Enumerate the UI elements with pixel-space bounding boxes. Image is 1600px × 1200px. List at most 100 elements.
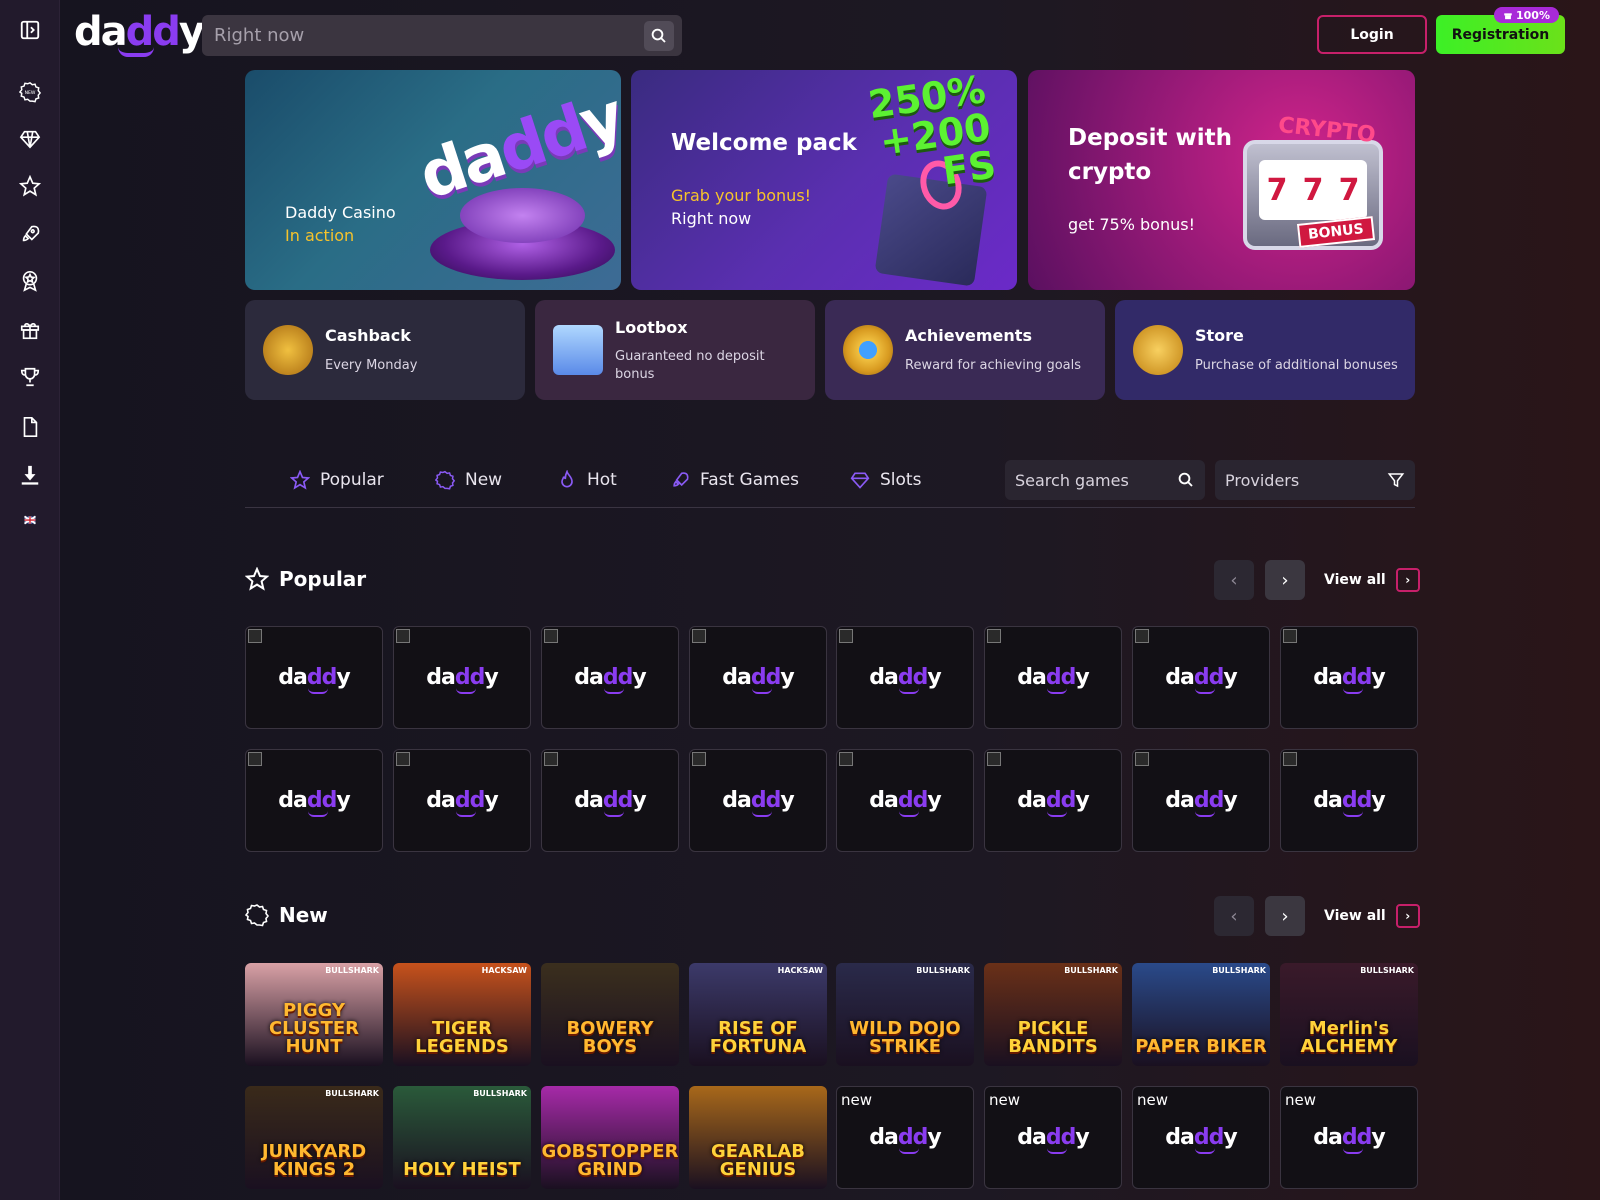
game-card[interactable]: BULLSHARK PICKLE BANDITS: [984, 963, 1122, 1066]
broken-image-icon: [692, 629, 706, 643]
section-title-popular: Popular: [245, 567, 366, 591]
game-card[interactable]: BULLSHARK Merlin's ALCHEMY: [1280, 963, 1418, 1066]
search-icon[interactable]: [644, 21, 674, 51]
sidebar-item-language[interactable]: [18, 508, 42, 532]
new-view-all-link[interactable]: View all ›: [1324, 904, 1420, 928]
tab-popular[interactable]: Popular: [290, 470, 384, 490]
popular-prev-button[interactable]: ‹: [1214, 560, 1254, 600]
game-card-placeholder[interactable]: daddy: [541, 749, 679, 852]
popular-next-button[interactable]: ›: [1265, 560, 1305, 600]
banner-line2: In action: [285, 226, 355, 245]
sidebar-item-popular[interactable]: [18, 174, 42, 198]
game-card[interactable]: BULLSHARK HOLY HEIST: [393, 1086, 531, 1189]
game-card-placeholder[interactable]: daddy: [689, 626, 827, 729]
promo-subtitle: Purchase of additional bonuses: [1195, 358, 1398, 373]
game-provider-label: BULLSHARK: [1212, 966, 1266, 975]
sidebar-item-new[interactable]: NEW: [18, 80, 42, 104]
top-search-bar: [202, 15, 682, 56]
card-logo: daddy: [722, 665, 795, 694]
game-card-placeholder[interactable]: daddy: [836, 749, 974, 852]
tab-slots[interactable]: Slots: [850, 470, 921, 490]
game-card-placeholder[interactable]: daddy: [541, 626, 679, 729]
game-search: [1005, 460, 1205, 500]
tab-hot[interactable]: Hot: [557, 470, 617, 490]
section-title-new: New: [245, 903, 328, 927]
broken-image-alt-text: new: [1285, 1091, 1317, 1109]
promo-title: Store: [1195, 326, 1244, 345]
card-logo: daddy: [1165, 788, 1238, 817]
banner-line1: Grab your bonus!: [671, 186, 812, 205]
game-card-placeholder[interactable]: daddy: [984, 626, 1122, 729]
promo-card-achievements[interactable]: Achievements Reward for achieving goals: [825, 300, 1105, 400]
sidebar-item-terms[interactable]: [18, 415, 42, 439]
game-card[interactable]: BOWERY BOYS: [541, 963, 679, 1066]
banner-crypto-deposit[interactable]: 777 CRYPTO BONUS Deposit with crypto get…: [1028, 70, 1415, 290]
card-logo: daddy: [278, 665, 351, 694]
treasure-pot-icon: [1133, 325, 1183, 375]
game-card[interactable]: BULLSHARK PAPER BIKER: [1132, 963, 1270, 1066]
card-logo: daddy: [1017, 1125, 1090, 1154]
game-card-placeholder[interactable]: daddy: [245, 749, 383, 852]
game-card-placeholder[interactable]: daddy: [393, 749, 531, 852]
popular-view-all-link[interactable]: View all ›: [1324, 568, 1420, 592]
broken-image-icon: [839, 629, 853, 643]
sidebar-item-bonuses[interactable]: [18, 318, 42, 342]
game-card[interactable]: BULLSHARK PIGGY CLUSTER HUNT: [245, 963, 383, 1066]
game-provider-label: BULLSHARK: [473, 1089, 527, 1098]
game-card-placeholder[interactable]: daddy: [393, 626, 531, 729]
sidebar-item-slots[interactable]: [18, 127, 42, 151]
sidebar-item-tournaments[interactable]: [18, 365, 42, 389]
game-card[interactable]: BULLSHARK WILD DOJO STRIKE: [836, 963, 974, 1066]
game-search-input[interactable]: [1015, 460, 1175, 500]
game-card-placeholder[interactable]: daddy: [245, 626, 383, 729]
new-next-button[interactable]: ›: [1265, 896, 1305, 936]
sidebar-toggle-icon[interactable]: [18, 18, 42, 42]
search-icon[interactable]: [1177, 471, 1195, 489]
game-card-placeholder[interactable]: new daddy: [836, 1086, 974, 1189]
game-card[interactable]: HACKSAW TIGER LEGENDS: [393, 963, 531, 1066]
game-card-placeholder[interactable]: daddy: [836, 626, 974, 729]
sidebar-item-rewards[interactable]: [18, 269, 42, 293]
game-title: BOWERY BOYS: [566, 1018, 654, 1057]
game-card[interactable]: GEARLAB GENIUS: [689, 1086, 827, 1189]
game-card-placeholder[interactable]: daddy: [984, 749, 1122, 852]
game-card-placeholder[interactable]: new daddy: [1280, 1086, 1418, 1189]
login-button[interactable]: Login: [1317, 15, 1427, 54]
game-card-placeholder[interactable]: new daddy: [984, 1086, 1122, 1189]
banner-title-line1: Deposit with: [1068, 125, 1233, 151]
chevron-right-icon: ›: [1395, 904, 1420, 928]
game-title: WILD DOJO STRIKE: [849, 1018, 961, 1057]
promo-card-store[interactable]: Store Purchase of additional bonuses: [1115, 300, 1415, 400]
promo-title: Cashback: [325, 326, 411, 345]
providers-filter[interactable]: Providers: [1215, 460, 1415, 500]
game-card[interactable]: HACKSAW RISE OF FORTUNA: [689, 963, 827, 1066]
promo-card-cashback[interactable]: Cashback Every Monday: [245, 300, 525, 400]
game-card-placeholder[interactable]: daddy: [1132, 749, 1270, 852]
filter-icon: [1387, 473, 1405, 488]
game-title: HOLY HEIST: [403, 1159, 521, 1180]
sidebar-item-download[interactable]: [18, 463, 42, 487]
banner-daddy-casino[interactable]: daddy Daddy Casino In action: [245, 70, 621, 290]
game-card[interactable]: BULLSHARK JUNKYARD KINGS 2: [245, 1086, 383, 1189]
tab-new[interactable]: New: [435, 470, 502, 490]
game-card-placeholder[interactable]: daddy: [1280, 749, 1418, 852]
promo-card-lootbox[interactable]: Lootbox Guaranteed no deposit bonus: [535, 300, 815, 400]
broken-image-icon: [544, 752, 558, 766]
banner-welcome-pack[interactable]: 250% +200 FS Welcome pack Grab your bonu…: [631, 70, 1017, 290]
game-card-placeholder[interactable]: new daddy: [1132, 1086, 1270, 1189]
banner-bonus-headline: 250% +200 FS: [865, 70, 999, 194]
top-search-input[interactable]: [214, 15, 634, 56]
site-logo[interactable]: daddy: [74, 10, 205, 57]
card-logo: daddy: [1165, 665, 1238, 694]
sidebar-item-fast-games[interactable]: [18, 222, 42, 246]
game-card-placeholder[interactable]: daddy: [1132, 626, 1270, 729]
new-prev-button[interactable]: ‹: [1214, 896, 1254, 936]
broken-image-icon: [544, 629, 558, 643]
game-card-placeholder[interactable]: daddy: [689, 749, 827, 852]
tab-fast-games[interactable]: Fast Games: [670, 470, 799, 490]
broken-image-icon: [1283, 629, 1297, 643]
game-card[interactable]: GOBSTOPPER GRIND: [541, 1086, 679, 1189]
card-logo: daddy: [1313, 1125, 1386, 1154]
game-title: PICKLE BANDITS: [1008, 1018, 1098, 1057]
game-card-placeholder[interactable]: daddy: [1280, 626, 1418, 729]
